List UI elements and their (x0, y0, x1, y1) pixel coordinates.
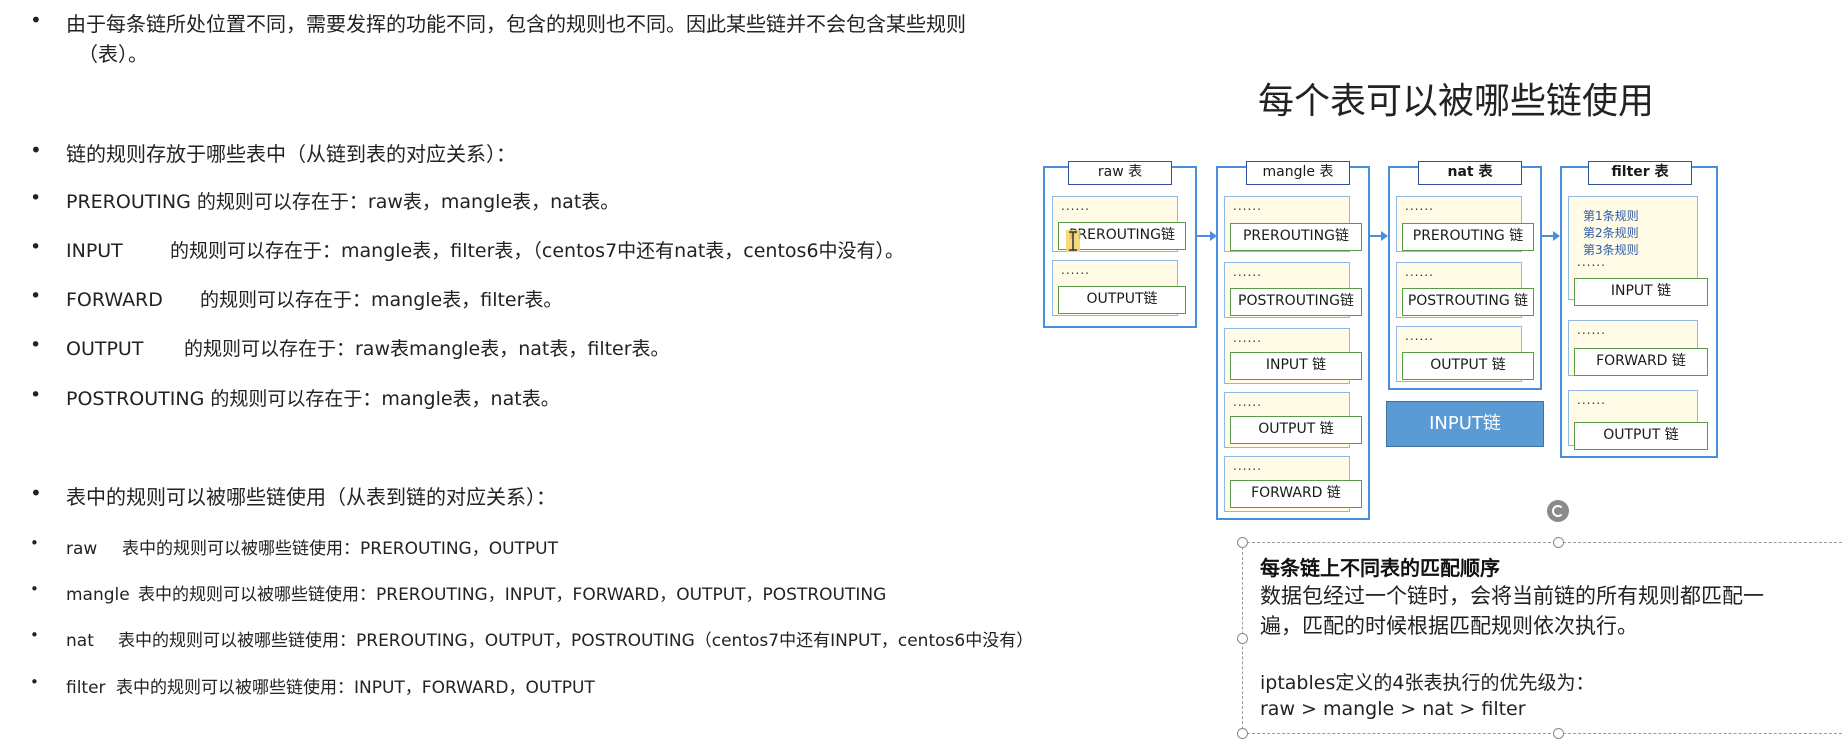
rule-dots: ...... (1233, 459, 1262, 473)
arrow-raw-to-mangle (1197, 231, 1217, 241)
mangle-chain-postrouting[interactable]: POSTROUTING链 (1230, 288, 1362, 316)
rotate-handle-icon[interactable] (1547, 500, 1569, 522)
mangle-table-header: mangle 表 (1246, 161, 1350, 185)
textbox-title: 每条链上不同表的匹配顺序 (1260, 556, 1500, 580)
bullet-dot: • (30, 534, 39, 552)
textbox-line-4: raw > mangle > nat > filter (1260, 698, 1526, 720)
resize-handle-top[interactable] (1553, 537, 1564, 548)
chain-rule-text: POSTROUTING 的规则可以存在于：mangle表，nat表。 (66, 384, 560, 411)
bullet-dot: • (30, 673, 39, 691)
bullet-dot: • (30, 8, 42, 32)
bullet-dot: • (30, 236, 42, 258)
rule-dots: ...... (1577, 393, 1606, 407)
text-cursor-icon (1066, 230, 1080, 252)
chain-name: FORWARD (66, 289, 163, 311)
chain-rule-desc: 的规则可以存在于：mangle表，nat表。 (204, 388, 560, 410)
filter-chain-input[interactable]: INPUT 链 (1574, 278, 1708, 306)
table-rule-text: filter 表中的规则可以被哪些链使用：INPUT，FORWARD，OUTPUT (66, 673, 595, 698)
rule-dots: ...... (1061, 199, 1090, 213)
chain-rule-text: OUTPUT 的规则可以存在于：raw表mangle表，nat表，filter表。 (66, 334, 670, 361)
chain-name: PREROUTING (66, 191, 191, 213)
resize-handle-bottom-left[interactable] (1237, 728, 1248, 739)
table-name: filter (66, 678, 106, 698)
rule-dots: ...... (1233, 395, 1262, 409)
filter-rule-1: 第1条规则 (1583, 209, 1639, 223)
table-rule-text: nat 表中的规则可以被哪些链使用：PREROUTING，OUTPUT，POSTR… (66, 626, 1033, 651)
chain-rule-text: FORWARD 的规则可以存在于：mangle表，filter表。 (66, 285, 562, 312)
mangle-chain-input[interactable]: INPUT 链 (1230, 352, 1362, 380)
table-to-chain-heading-text: 表中的规则可以被哪些链使用（从表到链的对应关系）： (66, 485, 556, 509)
nat-table-header: nat 表 (1418, 161, 1522, 185)
rule-dots: ...... (1577, 255, 1606, 269)
chain-rule-desc: 的规则可以存在于：mangle表，filter表。 (200, 289, 563, 311)
chain-rule-text: INPUT 的规则可以存在于：mangle表，filter表，（centos7中还… (66, 236, 904, 263)
nat-chain-postrouting[interactable]: POSTROUTING 链 (1402, 288, 1534, 316)
rule-dots: ...... (1405, 329, 1434, 343)
bullet-dot: • (30, 334, 42, 356)
rule-dots: ...... (1061, 263, 1090, 277)
resize-handle-top-left[interactable] (1237, 537, 1248, 548)
raw-table-header: raw 表 (1068, 161, 1172, 185)
bullet-dot: • (30, 187, 42, 209)
input-chain-button[interactable]: INPUT链 (1386, 401, 1544, 447)
mangle-chain-output[interactable]: OUTPUT 链 (1230, 416, 1362, 444)
textbox-line-1: 数据包经过一个链时，会将当前链的所有规则都匹配一 (1260, 584, 1764, 608)
chain-rule-desc: 的规则可以存在于：raw表mangle表，nat表，filter表。 (184, 338, 670, 360)
rule-dots: ...... (1233, 199, 1262, 213)
table-name: raw (66, 539, 98, 559)
raw-chain-output[interactable]: OUTPUT链 (1058, 286, 1186, 314)
filter-rule-2: 第2条规则 (1583, 226, 1639, 240)
rule-dots: ...... (1405, 265, 1434, 279)
table-name: mangle (66, 585, 130, 605)
rule-dots: ...... (1577, 323, 1606, 337)
diagram-title: 每个表可以被哪些链使用 (1258, 81, 1655, 122)
table-rule-text: raw 表中的规则可以被哪些链使用：PREROUTING，OUTPUT (66, 534, 558, 559)
filter-table-header: filter 表 (1588, 161, 1692, 185)
nat-chain-prerouting[interactable]: PREROUTING 链 (1402, 223, 1534, 251)
chain-rule-desc: 的规则可以存在于：mangle表，filter表，（centos7中还有nat表… (170, 240, 905, 262)
resize-handle-left[interactable] (1237, 633, 1248, 644)
bullet-dot: • (30, 138, 42, 162)
filter-chain-forward[interactable]: FORWARD 链 (1574, 348, 1708, 376)
arrow-mangle-to-nat (1370, 231, 1388, 241)
rule-dots: ...... (1233, 331, 1262, 345)
table-rule-desc: 表中的规则可以被哪些链使用：PREROUTING，INPUT，FORWARD，O… (138, 585, 887, 605)
chain-rule-text: PREROUTING 的规则可以存在于：raw表，mangle表，nat表。 (66, 187, 619, 214)
bullet-dot: • (30, 384, 42, 406)
table-rule-desc: 表中的规则可以被哪些链使用：INPUT，FORWARD，OUTPUT (116, 678, 595, 698)
table-name: nat (66, 631, 94, 651)
intro-line-2: （表）。 (78, 42, 148, 66)
chain-name: POSTROUTING (66, 388, 205, 410)
mangle-chain-forward[interactable]: FORWARD 链 (1230, 480, 1362, 508)
bullet-dot: • (30, 580, 39, 598)
resize-handle-bottom[interactable] (1553, 728, 1564, 739)
intro-line-1: 由于每条链所处位置不同，需要发挥的功能不同，包含的规则也不同。因此某些链并不会包… (66, 12, 966, 36)
table-rule-desc: 表中的规则可以被哪些链使用：PREROUTING，OUTPUT，POSTROUT… (118, 631, 1034, 651)
mangle-chain-prerouting[interactable]: PREROUTING链 (1230, 223, 1362, 251)
bullet-dot: • (30, 626, 39, 644)
textbox-line-3: iptables定义的4张表执行的优先级为： (1260, 672, 1595, 694)
rule-dots: ...... (1405, 199, 1434, 213)
chain-name: OUTPUT (66, 338, 144, 360)
textbox-line-2: 遍，匹配的时候根据匹配规则依次执行。 (1260, 614, 1638, 638)
table-rule-desc: 表中的规则可以被哪些链使用：PREROUTING，OUTPUT (122, 539, 559, 559)
table-rule-text: mangle 表中的规则可以被哪些链使用：PREROUTING，INPUT，FOR… (66, 580, 886, 605)
chain-to-table-heading-text: 链的规则存放于哪些表中（从链到表的对应关系）： (66, 142, 516, 166)
chain-name: INPUT (66, 240, 123, 262)
arrow-nat-to-filter (1542, 231, 1560, 241)
bullet-dot: • (30, 285, 42, 307)
chain-rule-desc: 的规则可以存在于：raw表，mangle表，nat表。 (190, 191, 620, 213)
nat-chain-output[interactable]: OUTPUT 链 (1402, 352, 1534, 380)
bullet-dot: • (30, 481, 42, 505)
rule-dots: ...... (1233, 265, 1262, 279)
filter-chain-output[interactable]: OUTPUT 链 (1574, 422, 1708, 450)
